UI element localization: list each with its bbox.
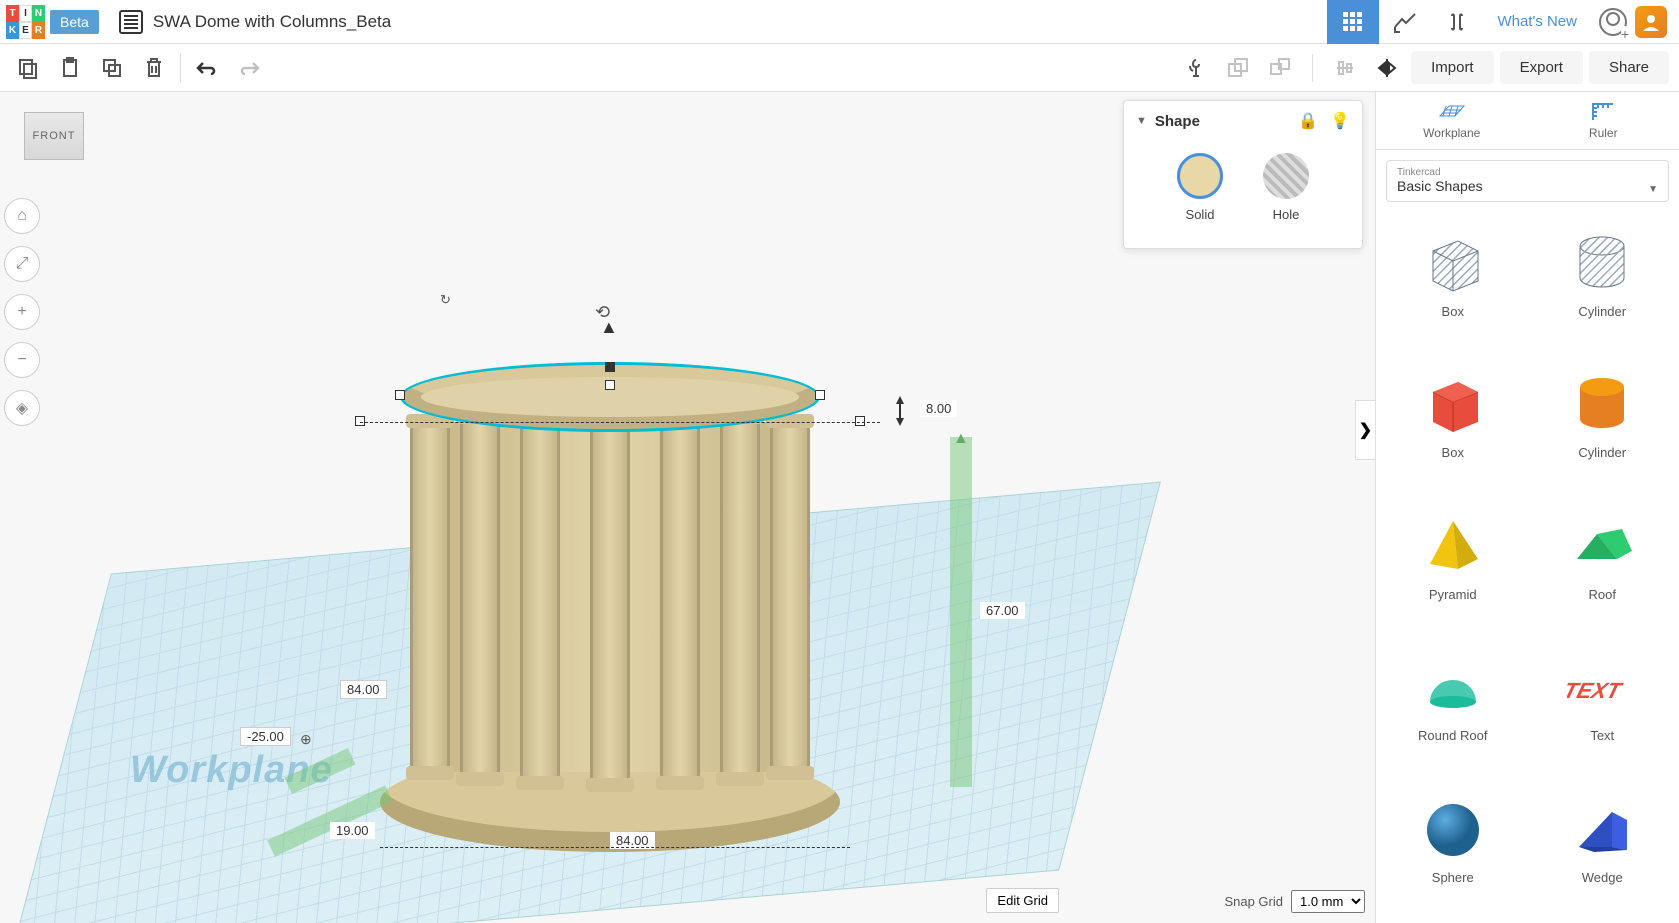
document-title[interactable]: SWA Dome with Columns_Beta bbox=[153, 12, 1328, 32]
dimension-line bbox=[380, 847, 850, 848]
dimension-y[interactable]: 19.00 bbox=[330, 822, 375, 839]
resize-handle[interactable] bbox=[855, 416, 865, 426]
shape-sphere[interactable]: Sphere bbox=[1380, 782, 1526, 919]
shape-cylinder-hole[interactable]: Cylinder bbox=[1530, 216, 1676, 353]
home-view-icon[interactable]: ⌂ bbox=[4, 198, 40, 234]
top-bar: TIN KER Beta SWA Dome with Columns_Beta … bbox=[0, 0, 1679, 44]
main-toolbar: Import Export Share bbox=[0, 44, 1679, 92]
shape-round-roof[interactable]: Round Roof bbox=[1380, 640, 1526, 777]
columns bbox=[400, 412, 820, 792]
column[interactable] bbox=[520, 414, 560, 782]
user-avatar[interactable] bbox=[1635, 6, 1667, 38]
zoom-in-icon[interactable]: + bbox=[4, 294, 40, 330]
view-cube-front[interactable]: FRONT bbox=[24, 112, 84, 160]
export-button[interactable]: Export bbox=[1500, 51, 1583, 84]
workplane-tool[interactable]: Workplane bbox=[1376, 92, 1528, 149]
visibility-icon[interactable] bbox=[1178, 50, 1214, 86]
group-icon[interactable] bbox=[1220, 50, 1256, 86]
shape-cylinder[interactable]: Cylinder bbox=[1530, 357, 1676, 494]
shape-pyramid[interactable]: Pyramid bbox=[1380, 499, 1526, 636]
model-structure[interactable]: ▲ ⟲ ↻ bbox=[400, 312, 830, 812]
duplicate-icon[interactable] bbox=[94, 50, 130, 86]
shapes-sidebar: Workplane Ruler Tinkercad Basic Shapes B… bbox=[1375, 92, 1679, 923]
solid-option[interactable]: Solid bbox=[1177, 153, 1223, 222]
resize-handle[interactable] bbox=[605, 380, 615, 390]
ruler-tool[interactable]: Ruler bbox=[1528, 92, 1679, 149]
column[interactable] bbox=[770, 422, 810, 772]
shape-panel-title: Shape bbox=[1155, 113, 1200, 130]
up-arrow-icon: ▲ bbox=[953, 430, 969, 448]
grid-controls: Edit Grid bbox=[986, 888, 1059, 913]
column[interactable] bbox=[660, 414, 700, 782]
code-blocks-icon[interactable] bbox=[1431, 0, 1483, 44]
lightbulb-icon[interactable]: 💡 bbox=[1330, 111, 1350, 131]
column[interactable] bbox=[720, 418, 760, 778]
dimension-z[interactable]: 67.00 bbox=[980, 602, 1025, 619]
column[interactable] bbox=[410, 422, 450, 772]
snap-grid-select[interactable]: 1.0 mm bbox=[1291, 890, 1365, 913]
redo-icon[interactable] bbox=[231, 50, 267, 86]
account-icon[interactable] bbox=[1599, 8, 1627, 36]
origin-icon[interactable]: ⊕ bbox=[300, 731, 312, 748]
ungroup-icon[interactable] bbox=[1262, 50, 1298, 86]
resize-handle[interactable] bbox=[355, 416, 365, 426]
shape-inspector: ▼ Shape 🔒 💡 Solid Hole bbox=[1123, 100, 1363, 249]
delete-icon[interactable] bbox=[136, 50, 172, 86]
view-controls: ⌂ ⤢ + − ◈ bbox=[4, 192, 40, 432]
zoom-out-icon[interactable]: − bbox=[4, 342, 40, 378]
snap-grid-label: Snap Grid bbox=[1224, 894, 1283, 909]
share-button[interactable]: Share bbox=[1589, 51, 1669, 84]
import-button[interactable]: Import bbox=[1411, 51, 1494, 84]
height-arrow-icon bbox=[890, 396, 910, 426]
lock-icon[interactable]: 🔒 bbox=[1298, 111, 1318, 131]
chevron-down-icon[interactable]: ▼ bbox=[1136, 115, 1147, 127]
shape-text[interactable]: TEXT Text bbox=[1530, 640, 1676, 777]
edit-grid-button[interactable]: Edit Grid bbox=[986, 888, 1059, 913]
copy-icon[interactable] bbox=[10, 50, 46, 86]
ortho-view-icon[interactable]: ◈ bbox=[4, 390, 40, 426]
view-cube[interactable]: FRONT bbox=[24, 112, 84, 172]
collapse-sidebar-icon[interactable]: ❯ bbox=[1355, 400, 1375, 460]
shape-library-dropdown[interactable]: Tinkercad Basic Shapes bbox=[1386, 160, 1669, 202]
hole-option[interactable]: Hole bbox=[1263, 153, 1309, 222]
dimension-x[interactable]: -25.00 bbox=[240, 727, 291, 746]
document-icon[interactable] bbox=[119, 10, 143, 34]
shape-roof[interactable]: Roof bbox=[1530, 499, 1676, 636]
dimension-line bbox=[360, 422, 880, 423]
resize-handle[interactable] bbox=[605, 362, 615, 372]
shape-box[interactable]: Box bbox=[1380, 357, 1526, 494]
shape-grid: Box Cylinder Box Cylinder Pyramid Roof R… bbox=[1376, 212, 1679, 923]
paste-icon[interactable] bbox=[52, 50, 88, 86]
mirror-icon[interactable] bbox=[1369, 50, 1405, 86]
scene: Workplane ▲ ⟲ ↻ bbox=[60, 272, 1160, 912]
fit-view-icon[interactable]: ⤢ bbox=[4, 246, 40, 282]
shape-wedge[interactable]: Wedge bbox=[1530, 782, 1676, 919]
svg-text:TEXT: TEXT bbox=[1567, 679, 1626, 704]
minecraft-icon[interactable] bbox=[1379, 0, 1431, 44]
dimension-height[interactable]: 8.00 bbox=[920, 400, 957, 417]
column[interactable] bbox=[460, 418, 500, 778]
grid-view-icon[interactable] bbox=[1327, 0, 1379, 44]
align-icon[interactable] bbox=[1327, 50, 1363, 86]
z-offset-bar[interactable] bbox=[950, 437, 972, 787]
resize-handle[interactable] bbox=[395, 390, 405, 400]
column[interactable] bbox=[590, 412, 630, 784]
shape-box-hole[interactable]: Box bbox=[1380, 216, 1526, 353]
rotate-icon[interactable]: ↻ bbox=[440, 292, 451, 308]
undo-icon[interactable] bbox=[189, 50, 225, 86]
rotate-icon[interactable]: ⟲ bbox=[595, 302, 610, 323]
whats-new-link[interactable]: What's New bbox=[1483, 13, 1591, 30]
beta-badge: Beta bbox=[50, 10, 99, 34]
resize-handle[interactable] bbox=[815, 390, 825, 400]
hole-swatch bbox=[1263, 153, 1309, 199]
tinkercad-logo[interactable]: TIN KER bbox=[6, 5, 46, 39]
solid-swatch bbox=[1177, 153, 1223, 199]
dimension-width[interactable]: 84.00 bbox=[340, 680, 387, 699]
